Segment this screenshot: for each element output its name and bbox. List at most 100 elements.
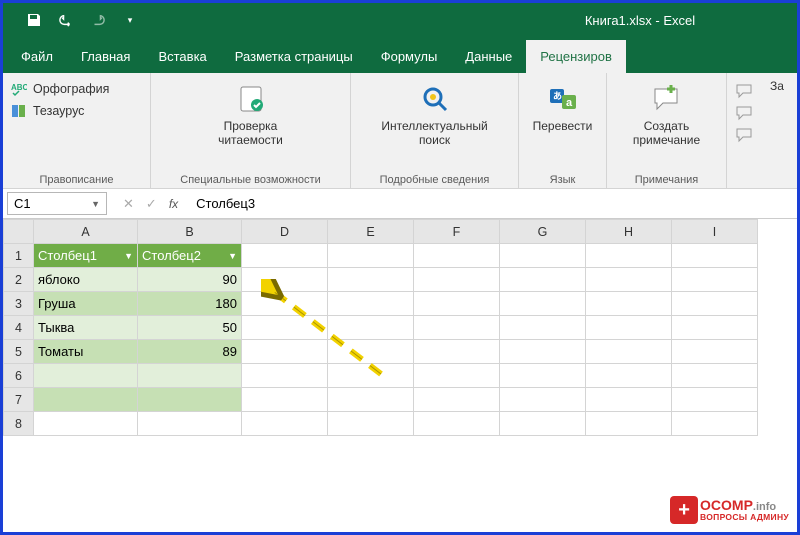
cell[interactable] bbox=[672, 316, 758, 340]
cell[interactable]: Груша bbox=[34, 292, 138, 316]
cell[interactable] bbox=[328, 268, 414, 292]
cell[interactable] bbox=[500, 268, 586, 292]
tab-home[interactable]: Главная bbox=[67, 40, 144, 73]
row-header-5[interactable]: 5 bbox=[4, 340, 34, 364]
cell[interactable] bbox=[586, 364, 672, 388]
cell[interactable] bbox=[500, 316, 586, 340]
cell[interactable] bbox=[242, 316, 328, 340]
cell[interactable]: 50 bbox=[138, 316, 242, 340]
row-header-4[interactable]: 4 bbox=[4, 316, 34, 340]
new-comment-button[interactable]: Создать примечание bbox=[615, 79, 718, 147]
cell[interactable] bbox=[414, 388, 500, 412]
cell[interactable] bbox=[328, 316, 414, 340]
cell[interactable] bbox=[500, 364, 586, 388]
comment-nav-icon-2[interactable] bbox=[735, 105, 755, 121]
cell[interactable] bbox=[328, 244, 414, 268]
col-header-f[interactable]: F bbox=[414, 220, 500, 244]
tab-review[interactable]: Рецензиров bbox=[526, 40, 626, 73]
save-icon[interactable] bbox=[25, 11, 43, 29]
cell[interactable] bbox=[242, 292, 328, 316]
cell[interactable] bbox=[500, 388, 586, 412]
smart-lookup-button[interactable]: Интеллектуальный поиск bbox=[359, 79, 510, 147]
tab-data[interactable]: Данные bbox=[451, 40, 526, 73]
cell[interactable] bbox=[34, 388, 138, 412]
table-header-cell[interactable]: Столбец2▼ bbox=[138, 244, 242, 268]
cell[interactable] bbox=[414, 412, 500, 436]
accessibility-check-button[interactable]: Проверка читаемости bbox=[159, 79, 342, 147]
cell[interactable] bbox=[586, 388, 672, 412]
cell[interactable] bbox=[586, 316, 672, 340]
cell[interactable] bbox=[138, 412, 242, 436]
qat-customize-icon[interactable]: ▾ bbox=[121, 11, 139, 29]
cell[interactable] bbox=[242, 412, 328, 436]
row-header-8[interactable]: 8 bbox=[4, 412, 34, 436]
formula-input[interactable]: Столбец3 bbox=[190, 192, 793, 215]
select-all-corner[interactable] bbox=[4, 220, 34, 244]
cell[interactable] bbox=[414, 268, 500, 292]
cell[interactable] bbox=[414, 364, 500, 388]
cell[interactable] bbox=[242, 244, 328, 268]
chevron-down-icon[interactable]: ▼ bbox=[91, 199, 100, 209]
row-header-7[interactable]: 7 bbox=[4, 388, 34, 412]
translate-button[interactable]: あa Перевести bbox=[527, 79, 598, 133]
cell[interactable]: 89 bbox=[138, 340, 242, 364]
tab-file[interactable]: Файл bbox=[7, 40, 67, 73]
comment-nav-icon[interactable] bbox=[735, 83, 755, 99]
spelling-button[interactable]: ABC Орфография bbox=[11, 79, 109, 99]
cell[interactable] bbox=[242, 268, 328, 292]
cell[interactable] bbox=[672, 364, 758, 388]
col-header-g[interactable]: G bbox=[500, 220, 586, 244]
row-header-1[interactable]: 1 bbox=[4, 244, 34, 268]
col-header-a[interactable]: A bbox=[34, 220, 138, 244]
cell[interactable] bbox=[672, 340, 758, 364]
cell[interactable]: яблоко bbox=[34, 268, 138, 292]
col-header-i[interactable]: I bbox=[672, 220, 758, 244]
cell[interactable] bbox=[328, 364, 414, 388]
cell[interactable] bbox=[34, 364, 138, 388]
fx-icon[interactable]: fx bbox=[169, 197, 178, 211]
cell[interactable] bbox=[414, 316, 500, 340]
row-header-6[interactable]: 6 bbox=[4, 364, 34, 388]
tab-formulas[interactable]: Формулы bbox=[367, 40, 452, 73]
cell[interactable] bbox=[672, 388, 758, 412]
cell[interactable]: Томаты bbox=[34, 340, 138, 364]
cell[interactable] bbox=[586, 292, 672, 316]
col-header-d[interactable]: D bbox=[242, 220, 328, 244]
tab-page-layout[interactable]: Разметка страницы bbox=[221, 40, 367, 73]
cell[interactable] bbox=[500, 292, 586, 316]
col-header-b[interactable]: B bbox=[138, 220, 242, 244]
cell[interactable] bbox=[672, 244, 758, 268]
cell[interactable] bbox=[672, 292, 758, 316]
name-box[interactable]: C1 ▼ bbox=[7, 192, 107, 215]
worksheet-grid[interactable]: A B D E F G H I 1 Столбец1▼ Столбец2▼ 2 … bbox=[3, 219, 797, 436]
row-header-3[interactable]: 3 bbox=[4, 292, 34, 316]
redo-icon[interactable] bbox=[89, 11, 107, 29]
table-header-cell[interactable]: Столбец1▼ bbox=[34, 244, 138, 268]
cell[interactable]: 90 bbox=[138, 268, 242, 292]
cell[interactable] bbox=[586, 244, 672, 268]
cell[interactable] bbox=[328, 292, 414, 316]
cell[interactable] bbox=[500, 244, 586, 268]
col-header-e[interactable]: E bbox=[328, 220, 414, 244]
tab-insert[interactable]: Вставка bbox=[144, 40, 220, 73]
cell[interactable] bbox=[242, 364, 328, 388]
cell[interactable] bbox=[672, 268, 758, 292]
col-header-h[interactable]: H bbox=[586, 220, 672, 244]
cell[interactable] bbox=[328, 412, 414, 436]
cell[interactable] bbox=[500, 340, 586, 364]
cell[interactable] bbox=[586, 340, 672, 364]
cell[interactable] bbox=[138, 388, 242, 412]
cell[interactable] bbox=[328, 340, 414, 364]
cell[interactable] bbox=[414, 292, 500, 316]
accept-icon[interactable]: ✓ bbox=[146, 196, 157, 212]
cell[interactable] bbox=[138, 364, 242, 388]
cell[interactable] bbox=[586, 412, 672, 436]
cell[interactable] bbox=[242, 388, 328, 412]
cell[interactable] bbox=[34, 412, 138, 436]
thesaurus-button[interactable]: Тезаурус bbox=[11, 101, 109, 121]
undo-icon[interactable] bbox=[57, 11, 75, 29]
filter-icon[interactable]: ▼ bbox=[228, 248, 237, 261]
cell[interactable] bbox=[414, 340, 500, 364]
cell[interactable]: 180 bbox=[138, 292, 242, 316]
cell[interactable] bbox=[242, 340, 328, 364]
